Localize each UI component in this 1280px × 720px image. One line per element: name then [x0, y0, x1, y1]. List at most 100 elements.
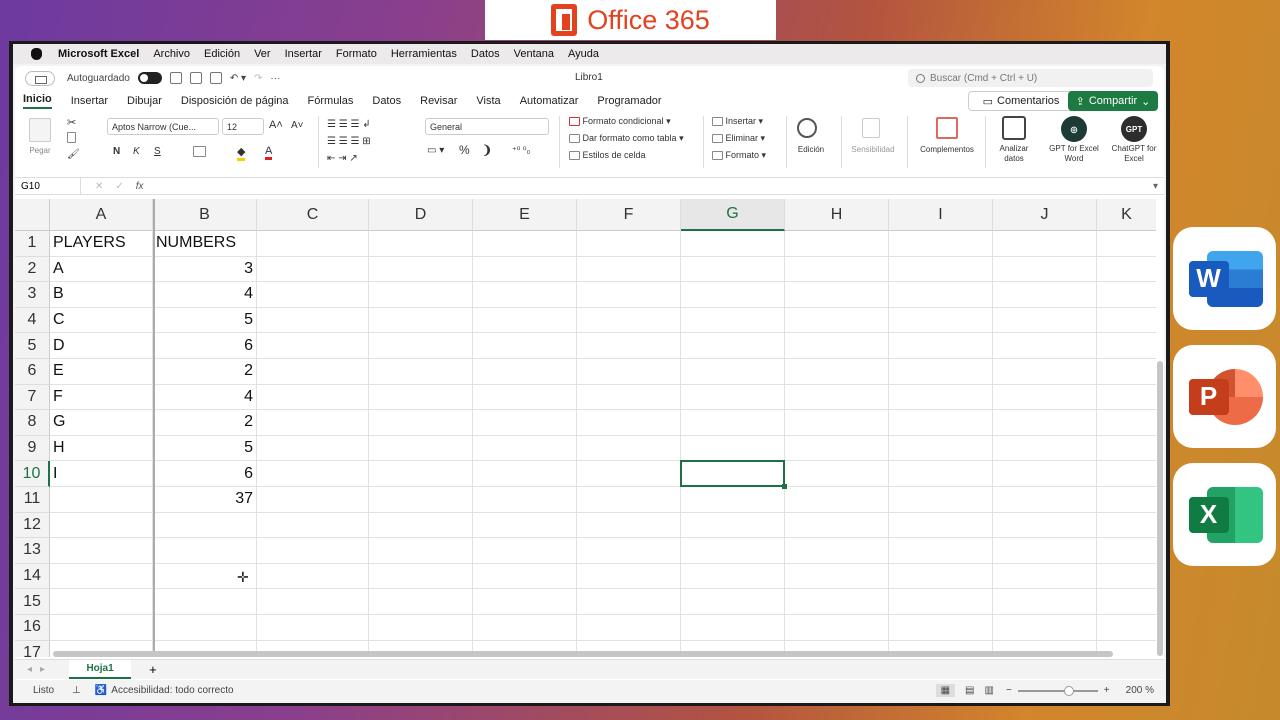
cell-f12[interactable] [577, 512, 681, 539]
cell-j14[interactable] [993, 563, 1097, 590]
apple-icon[interactable] [31, 48, 42, 60]
cell-c15[interactable] [257, 589, 369, 615]
cell-h14[interactable] [785, 563, 889, 590]
tab-automatizar[interactable]: Automatizar [520, 95, 579, 107]
sidebar-toggle-button[interactable] [25, 70, 55, 86]
fill-color-icon[interactable]: ◆ [237, 145, 246, 161]
cell-e15[interactable] [473, 589, 577, 615]
cell-j3[interactable] [993, 282, 1097, 308]
row-header-17[interactable]: 17 [15, 640, 50, 657]
menu-ver[interactable]: Ver [254, 48, 271, 60]
confirm-icon[interactable]: ✓ [115, 181, 123, 192]
cell-j10[interactable] [993, 461, 1097, 487]
cell-f11[interactable] [577, 487, 681, 513]
menu-datos[interactable]: Datos [471, 48, 500, 60]
cell-d10[interactable] [369, 461, 473, 487]
print-icon[interactable] [209, 72, 222, 84]
horizontal-scrollbar[interactable] [53, 651, 1113, 657]
zoom-out-icon[interactable]: − [1006, 685, 1012, 696]
cell-d4[interactable] [369, 307, 473, 334]
cell-d15[interactable] [369, 589, 473, 615]
cell-k1[interactable] [1097, 231, 1156, 257]
cell-c13[interactable] [257, 538, 369, 564]
cell-a12[interactable] [50, 512, 153, 539]
cell-b12[interactable] [153, 512, 257, 539]
cell-d9[interactable] [369, 435, 473, 462]
cell-g7[interactable] [681, 384, 785, 411]
row-header-1[interactable]: 1 [15, 231, 50, 257]
cell-h7[interactable] [785, 384, 889, 411]
cell-a5[interactable]: D [50, 333, 153, 359]
powerpoint-app-icon[interactable]: P [1173, 345, 1276, 448]
cell-h12[interactable] [785, 512, 889, 539]
cell-a15[interactable] [50, 589, 153, 615]
cell-i16[interactable] [889, 615, 993, 641]
cell-k5[interactable] [1097, 333, 1156, 359]
cell-j16[interactable] [993, 615, 1097, 641]
italic-button[interactable]: K [133, 146, 140, 157]
cell-styles-button[interactable]: Estilos de celda [569, 150, 646, 161]
cell-b8[interactable]: 2 [153, 410, 257, 436]
cell-g9[interactable] [681, 435, 785, 462]
row-header-2[interactable]: 2 [15, 256, 50, 283]
zoom-in-icon[interactable]: + [1104, 685, 1110, 696]
undo-icon[interactable]: ↶ ▾ [230, 73, 246, 84]
cell-i15[interactable] [889, 589, 993, 615]
cell-b10[interactable]: 6 [153, 461, 257, 487]
cell-f14[interactable] [577, 563, 681, 590]
column-header-e[interactable]: E [473, 199, 577, 231]
font-size-select[interactable]: 12 [222, 118, 264, 135]
macro-icon[interactable]: ⊥ [72, 685, 81, 696]
cell-f4[interactable] [577, 307, 681, 334]
menu-archivo[interactable]: Archivo [153, 48, 190, 60]
column-header-d[interactable]: D [369, 199, 473, 231]
cell-j9[interactable] [993, 435, 1097, 462]
cell-f5[interactable] [577, 333, 681, 359]
vertical-scrollbar[interactable] [1157, 361, 1163, 656]
menu-app[interactable]: Microsoft Excel [58, 48, 139, 60]
cell-c2[interactable] [257, 256, 369, 283]
row-header-5[interactable]: 5 [15, 333, 50, 359]
delete-cells-button[interactable]: Eliminar ▾ [712, 133, 765, 144]
home-icon[interactable] [169, 72, 182, 84]
cell-i4[interactable] [889, 307, 993, 334]
cell-k15[interactable] [1097, 589, 1156, 615]
tab-programador[interactable]: Programador [597, 95, 661, 107]
column-header-g[interactable]: G [681, 199, 785, 231]
cell-e9[interactable] [473, 435, 577, 462]
select-all-corner[interactable] [15, 199, 50, 231]
cell-h9[interactable] [785, 435, 889, 462]
cell-c7[interactable] [257, 384, 369, 411]
save-icon[interactable] [189, 72, 202, 84]
cell-a1[interactable]: PLAYERS [50, 231, 153, 257]
cell-h4[interactable] [785, 307, 889, 334]
next-sheet-icon[interactable]: ▸ [40, 664, 45, 675]
cell-d14[interactable] [369, 563, 473, 590]
more-icon[interactable]: ··· [270, 73, 280, 84]
cell-f8[interactable] [577, 410, 681, 436]
tab-vista[interactable]: Vista [476, 95, 500, 107]
tab-datos[interactable]: Datos [372, 95, 401, 107]
cell-j5[interactable] [993, 333, 1097, 359]
cell-h3[interactable] [785, 282, 889, 308]
add-sheet-icon[interactable]: + [149, 662, 157, 677]
cell-d1[interactable] [369, 231, 473, 257]
cell-k16[interactable] [1097, 615, 1156, 641]
cell-h1[interactable] [785, 231, 889, 257]
cell-e7[interactable] [473, 384, 577, 411]
cell-i10[interactable] [889, 461, 993, 487]
number-format-select[interactable]: General [425, 118, 549, 135]
cell-d8[interactable] [369, 410, 473, 436]
cell-j6[interactable] [993, 359, 1097, 385]
cell-i2[interactable] [889, 256, 993, 283]
cell-c3[interactable] [257, 282, 369, 308]
bold-button[interactable]: N [113, 146, 120, 157]
cell-d11[interactable] [369, 487, 473, 513]
row-header-3[interactable]: 3 [15, 282, 50, 308]
cell-g13[interactable] [681, 538, 785, 564]
cell-h13[interactable] [785, 538, 889, 564]
menu-ventana[interactable]: Ventana [514, 48, 554, 60]
cell-a9[interactable]: H [50, 435, 153, 462]
page-layout-view-icon[interactable]: ▤ [965, 685, 974, 696]
cell-e14[interactable] [473, 563, 577, 590]
